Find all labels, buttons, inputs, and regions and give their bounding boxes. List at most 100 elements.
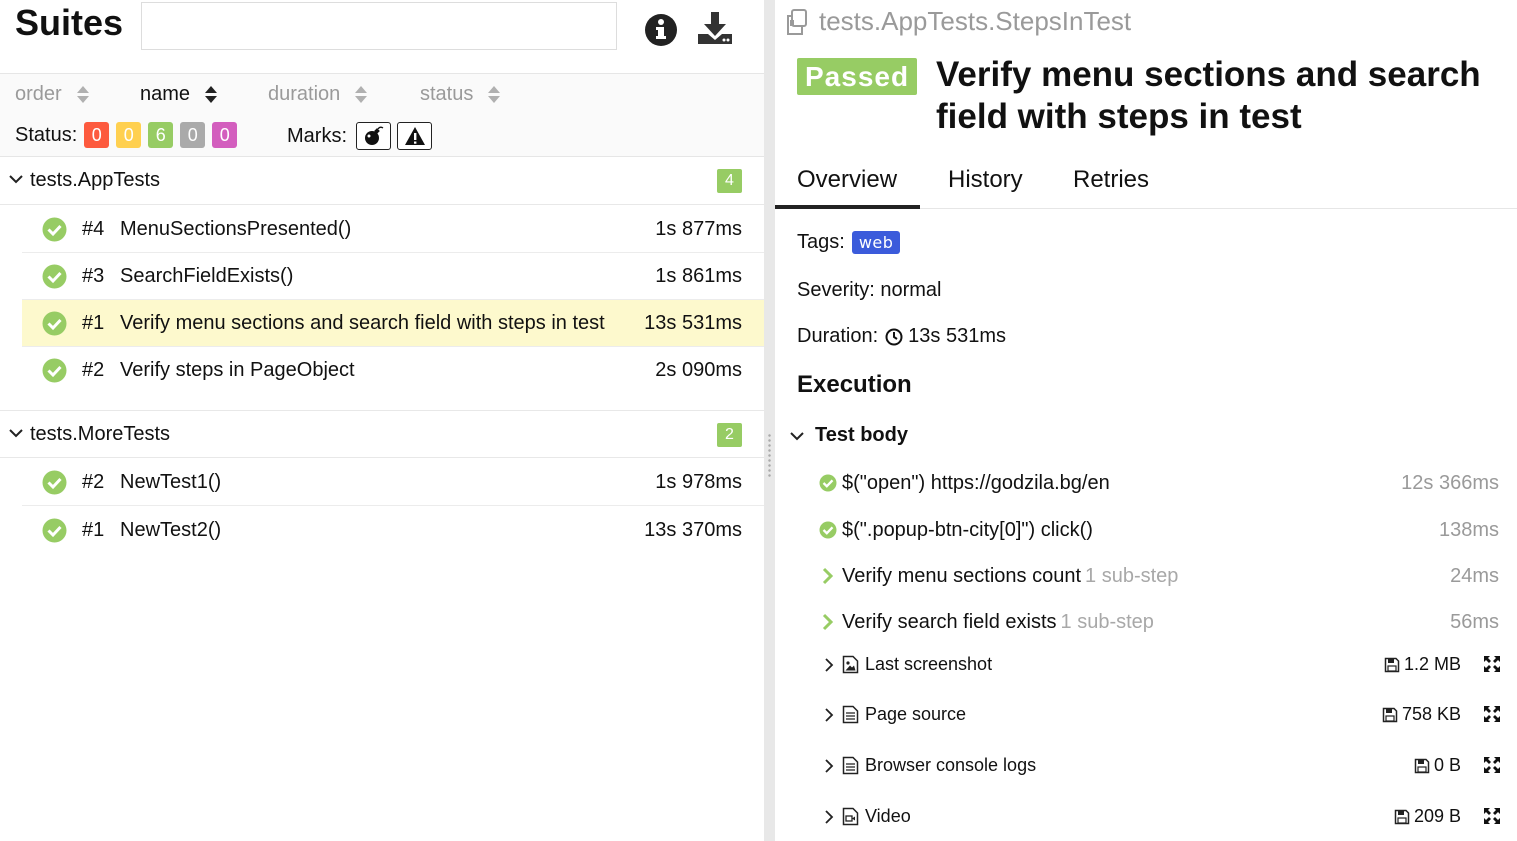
attachment-size: 209 B [1394, 806, 1461, 827]
sort-arrows-icon [76, 85, 90, 105]
expand-icon[interactable] [1483, 705, 1501, 723]
video-file-icon [842, 807, 859, 826]
test-body-toggle[interactable]: Test body [789, 424, 908, 447]
test-number: #1 [82, 312, 105, 334]
sort-by-duration[interactable]: duration [268, 83, 368, 106]
suites-pane: Suites order name duration status Status… [0, 0, 764, 841]
test-title: Verify menu sections and search field wi… [936, 55, 1481, 136]
suite-group-moretests[interactable]: tests.MoreTests 2 [0, 410, 764, 458]
step-name: $("open") https://godzila.bg/en [842, 472, 1110, 494]
check-circle-icon [42, 264, 67, 289]
status-failed-toggle[interactable]: 0 [84, 122, 110, 148]
warning-icon[interactable] [397, 122, 432, 150]
check-circle-icon [819, 521, 837, 539]
bomb-icon[interactable] [356, 122, 391, 150]
expand-icon[interactable] [1483, 655, 1501, 673]
test-name: Verify menu sections and search field wi… [120, 312, 605, 334]
chevron-right-icon [825, 658, 834, 672]
suite-group-apptests[interactable]: tests.AppTests 4 [0, 157, 764, 205]
check-circle-icon [42, 470, 67, 495]
duration-field: Duration: 13s 531ms [797, 325, 1006, 348]
test-row[interactable]: #2 Verify steps in PageObject 2s 090ms [22, 347, 764, 394]
tab-retries[interactable]: Retries [1073, 166, 1149, 194]
check-circle-icon [819, 474, 837, 492]
test-name: NewTest1() [120, 471, 222, 493]
test-name: Verify steps in PageObject [120, 359, 355, 381]
duration-label: Duration: [797, 325, 879, 347]
tag-badge: web [851, 231, 901, 254]
sort-arrows-icon [354, 85, 368, 105]
active-tab-indicator [775, 205, 920, 209]
step-row[interactable]: Verify search field exists 1 sub-step 56m… [819, 609, 1499, 639]
test-name: NewTest2() [120, 519, 222, 541]
search-input[interactable] [141, 2, 617, 50]
attachment-row[interactable]: Video 209 B [823, 804, 1501, 832]
text-file-icon [842, 705, 859, 724]
info-icon[interactable] [644, 13, 678, 47]
chevron-right-icon [822, 613, 834, 631]
attachment-size-value: 1.2 MB [1403, 654, 1461, 674]
chevron-down-icon [9, 175, 23, 184]
test-body-label: Test body [815, 424, 908, 446]
status-unknown-toggle[interactable]: 0 [212, 122, 238, 148]
status-skipped-toggle[interactable]: 0 [180, 122, 206, 148]
step-name: Verify search field exists 1 sub-step [842, 611, 1154, 634]
step-row[interactable]: $("open") https://godzila.bg/en 12s 366m… [819, 470, 1499, 500]
execution-heading: Execution [797, 371, 912, 398]
test-row[interactable]: #1 NewTest2() 13s 370ms [22, 507, 764, 554]
download-icon[interactable] [696, 10, 734, 46]
test-number: #1 [82, 519, 105, 541]
step-row[interactable]: $(".popup-btn-city[0]") click() 138ms [819, 517, 1499, 547]
copy-icon[interactable] [783, 8, 811, 36]
pane-splitter[interactable] [764, 0, 775, 841]
page-title: Suites [15, 2, 124, 43]
test-duration: 1s 978ms [655, 471, 742, 493]
chevron-right-icon [825, 810, 834, 824]
save-icon [1394, 809, 1410, 824]
sort-by-order[interactable]: order [15, 83, 90, 106]
check-circle-icon [42, 311, 67, 336]
attachment-size-value: 758 KB [1401, 704, 1461, 724]
test-full-name: tests.AppTests.StepsInTest [819, 6, 1132, 36]
status-passed-toggle[interactable]: 6 [148, 122, 174, 148]
test-row[interactable]: #3 SearchFieldExists() 1s 861ms [22, 253, 764, 300]
step-title: Verify menu sections count [842, 565, 1082, 587]
suite-group-count: 4 [717, 169, 742, 193]
step-duration: 24ms [1450, 565, 1499, 587]
tab-history[interactable]: History [948, 166, 1023, 194]
sub-step-count: 1 sub-step [1085, 565, 1179, 587]
status-badge: Passed [797, 58, 918, 95]
step-duration: 56ms [1450, 611, 1499, 633]
status-broken-toggle[interactable]: 0 [116, 122, 142, 148]
image-file-icon [842, 655, 859, 674]
step-name: $(".popup-btn-city[0]") click() [842, 519, 1093, 541]
attachment-row[interactable]: Last screenshot 1.2 MB [823, 652, 1501, 680]
step-duration: 12s 366ms [1401, 472, 1499, 494]
attachment-row[interactable]: Page source 758 KB [823, 702, 1501, 730]
expand-icon[interactable] [1483, 807, 1501, 825]
save-icon [1384, 657, 1400, 672]
chevron-down-icon [790, 431, 804, 440]
sub-step-count: 1 sub-step [1060, 611, 1154, 633]
test-row[interactable]: #2 NewTest1() 1s 978ms [22, 459, 764, 506]
step-row[interactable]: Verify menu sections count 1 sub-step 24m… [819, 563, 1499, 593]
sort-label-duration: duration [268, 83, 341, 105]
text-file-icon [842, 756, 859, 775]
attachment-row[interactable]: Browser console logs 0 B [823, 753, 1501, 781]
test-name: SearchFieldExists() [120, 265, 294, 287]
tab-overview[interactable]: Overview [797, 166, 897, 194]
suite-group-name: tests.AppTests [30, 169, 161, 191]
test-row[interactable]: #4 MenuSectionsPresented() 1s 877ms [22, 206, 764, 253]
test-duration: 2s 090ms [655, 359, 742, 381]
sort-arrows-icon [204, 85, 218, 105]
expand-icon[interactable] [1483, 756, 1501, 774]
step-name: Verify menu sections count 1 sub-step [842, 565, 1178, 588]
chevron-down-icon [9, 429, 23, 438]
sort-by-name[interactable]: name [140, 83, 218, 106]
sort-by-status[interactable]: status [420, 83, 501, 106]
test-row-selected[interactable]: #1 Verify menu sections and search field… [22, 300, 764, 347]
test-duration: 13s 531ms [644, 312, 742, 334]
drag-handle-icon[interactable] [767, 433, 772, 479]
test-number: #2 [82, 359, 105, 381]
test-number: #2 [82, 471, 105, 493]
